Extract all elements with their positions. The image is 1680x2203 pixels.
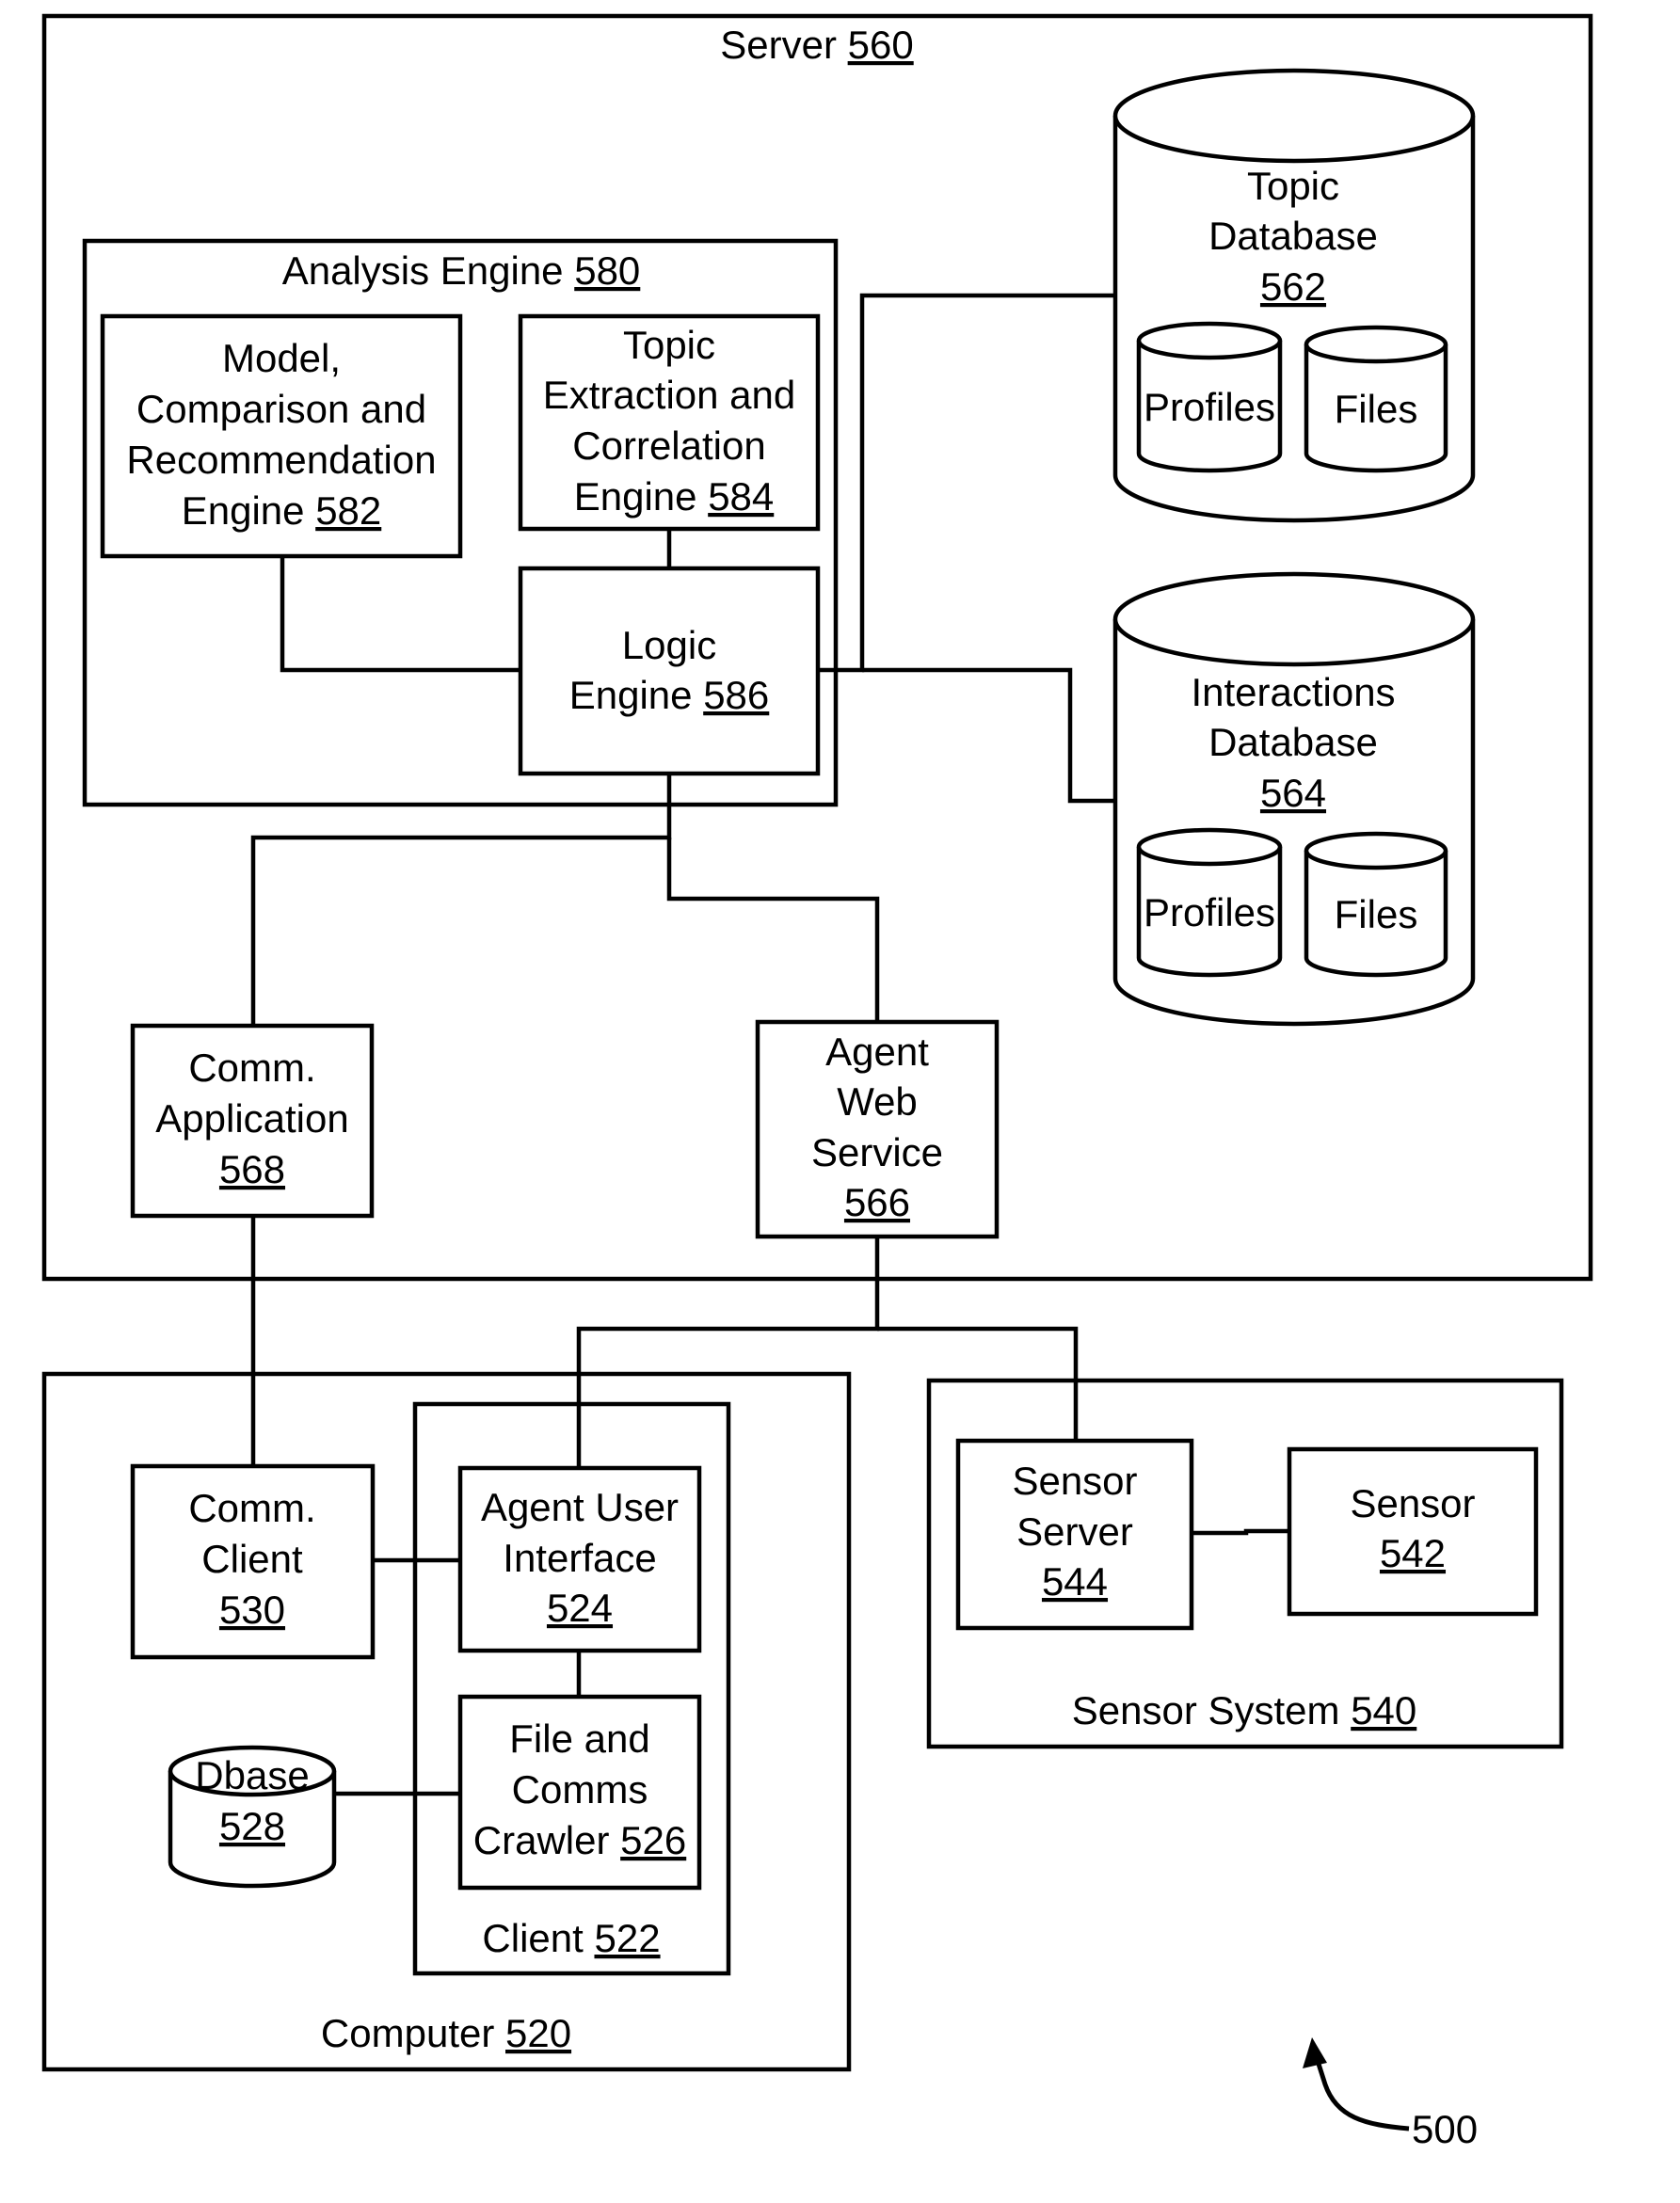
wire-logic-interactionsdb [862, 667, 1115, 804]
engine-584-line2: Extraction and [543, 373, 796, 417]
engine-582-line3: Recommendation [126, 438, 436, 482]
interactions-db-profiles-label: Profiles [1144, 890, 1275, 934]
wire-model-logic [280, 556, 520, 673]
sensor-server-ref: 544 [1042, 1559, 1108, 1604]
agent-web-line1: Agent [825, 1030, 929, 1074]
wire-sensorserver-sensor [1192, 1528, 1289, 1536]
sensor-system-title: Sensor System 540 [1072, 1688, 1417, 1732]
wire-agentweb-sensorserver [877, 1326, 1079, 1441]
file-and-comms-crawler[interactable]: File and Comms Crawler 526 [457, 1694, 702, 1891]
agent-web-line2: Web [837, 1079, 918, 1124]
crawler-line1: File and [509, 1716, 649, 1761]
sensor-ref: 542 [1380, 1531, 1446, 1575]
sensor-server-line2: Server [1016, 1509, 1133, 1554]
client-title: Client 522 [482, 1916, 660, 1960]
computer-title: Computer 520 [321, 2011, 571, 2055]
interactions-db-files-label: Files [1335, 892, 1418, 936]
agent-web-service[interactable]: Agent Web Service 566 [755, 1019, 1000, 1239]
interactions-db-ref: 564 [1260, 771, 1326, 815]
dbase[interactable]: Dbase 528 [168, 1745, 337, 1889]
server-title: Server 560 [720, 23, 913, 67]
topic-db-ref: 562 [1260, 264, 1326, 309]
dbase-line1: Dbase [195, 1753, 309, 1797]
agent-web-line3: Service [811, 1130, 943, 1174]
agent-ui-line2: Interface [503, 1536, 656, 1580]
topic-db-profiles-store[interactable]: Profiles [1136, 321, 1283, 473]
interactions-db-line2: Database [1208, 720, 1378, 764]
crawler-line3: Crawler 526 [473, 1818, 686, 1862]
topic-db-profiles-label: Profiles [1144, 385, 1275, 429]
engine-584-line4: Engine 584 [574, 474, 775, 519]
arrowhead-icon [1303, 2037, 1327, 2068]
comm-client[interactable]: Comm. Client 530 [130, 1463, 376, 1660]
engine-584-line1: Topic [623, 323, 715, 367]
sensor-server-line1: Sensor [1012, 1459, 1137, 1503]
interactions-db-line1: Interactions [1191, 670, 1395, 714]
agent-ui-line1: Agent User [481, 1485, 679, 1529]
agent-user-interface[interactable]: Agent User Interface 524 [457, 1465, 702, 1653]
comm-client-line1: Comm. [188, 1486, 315, 1530]
sensor-line1: Sensor [1350, 1481, 1475, 1525]
comm-application[interactable]: Comm. Application 568 [130, 1023, 375, 1219]
interactions-db-profiles-store[interactable]: Profiles [1136, 827, 1283, 978]
topic-database[interactable]: Topic Database 562 Profiles Files [1112, 68, 1476, 523]
comm-client-ref: 530 [219, 1588, 285, 1632]
comm-client-line2: Client [201, 1537, 303, 1581]
dbase-ref: 528 [219, 1804, 285, 1848]
engine-584-line3: Correlation [572, 423, 765, 468]
topic-extraction-correlation-engine[interactable]: Topic Extraction and Correlation Engine … [518, 313, 821, 532]
model-comparison-recommendation-engine[interactable]: Model, Comparison and Recommendation Eng… [100, 313, 463, 559]
topic-db-line2: Database [1208, 214, 1378, 258]
wire-logic-commapp [250, 774, 672, 1026]
topic-db-files-label: Files [1335, 387, 1418, 431]
agent-web-ref: 566 [844, 1180, 910, 1224]
sensor[interactable]: Sensor 542 [1287, 1446, 1539, 1617]
logic-engine[interactable]: Logic Engine 586 [518, 566, 821, 776]
topic-db-line1: Topic [1247, 164, 1339, 208]
figure-reference: 500 [1303, 2037, 1478, 2151]
sensor-server[interactable]: Sensor Server 544 [955, 1438, 1194, 1631]
curved-arrow-icon [1315, 2060, 1410, 2131]
engine-586-line2: Engine 586 [569, 673, 770, 717]
crawler-line2: Comms [512, 1767, 648, 1812]
topic-db-files-store[interactable]: Files [1304, 325, 1448, 473]
comm-app-ref: 568 [219, 1147, 285, 1191]
system-diagram: Server 560 Analysis Engine 580 Model, Co… [41, 13, 1593, 2151]
figure-number: 500 [1412, 2107, 1478, 2151]
engine-582-line1: Model, [222, 336, 341, 380]
engine-582-line4: Engine 582 [182, 488, 382, 533]
wire-logic-topicdb [818, 293, 1115, 673]
comm-app-line1: Comm. [188, 1046, 315, 1090]
engine-586-line1: Logic [622, 623, 716, 667]
agent-ui-ref: 524 [547, 1586, 613, 1630]
comm-app-line2: Application [155, 1096, 348, 1141]
interactions-database[interactable]: Interactions Database 564 Profiles Files [1112, 571, 1476, 1027]
analysis-engine-title: Analysis Engine 580 [282, 248, 641, 293]
wire-logic-agentweb [666, 838, 880, 1022]
engine-582-line2: Comparison and [136, 387, 426, 431]
interactions-db-files-store[interactable]: Files [1304, 831, 1448, 978]
